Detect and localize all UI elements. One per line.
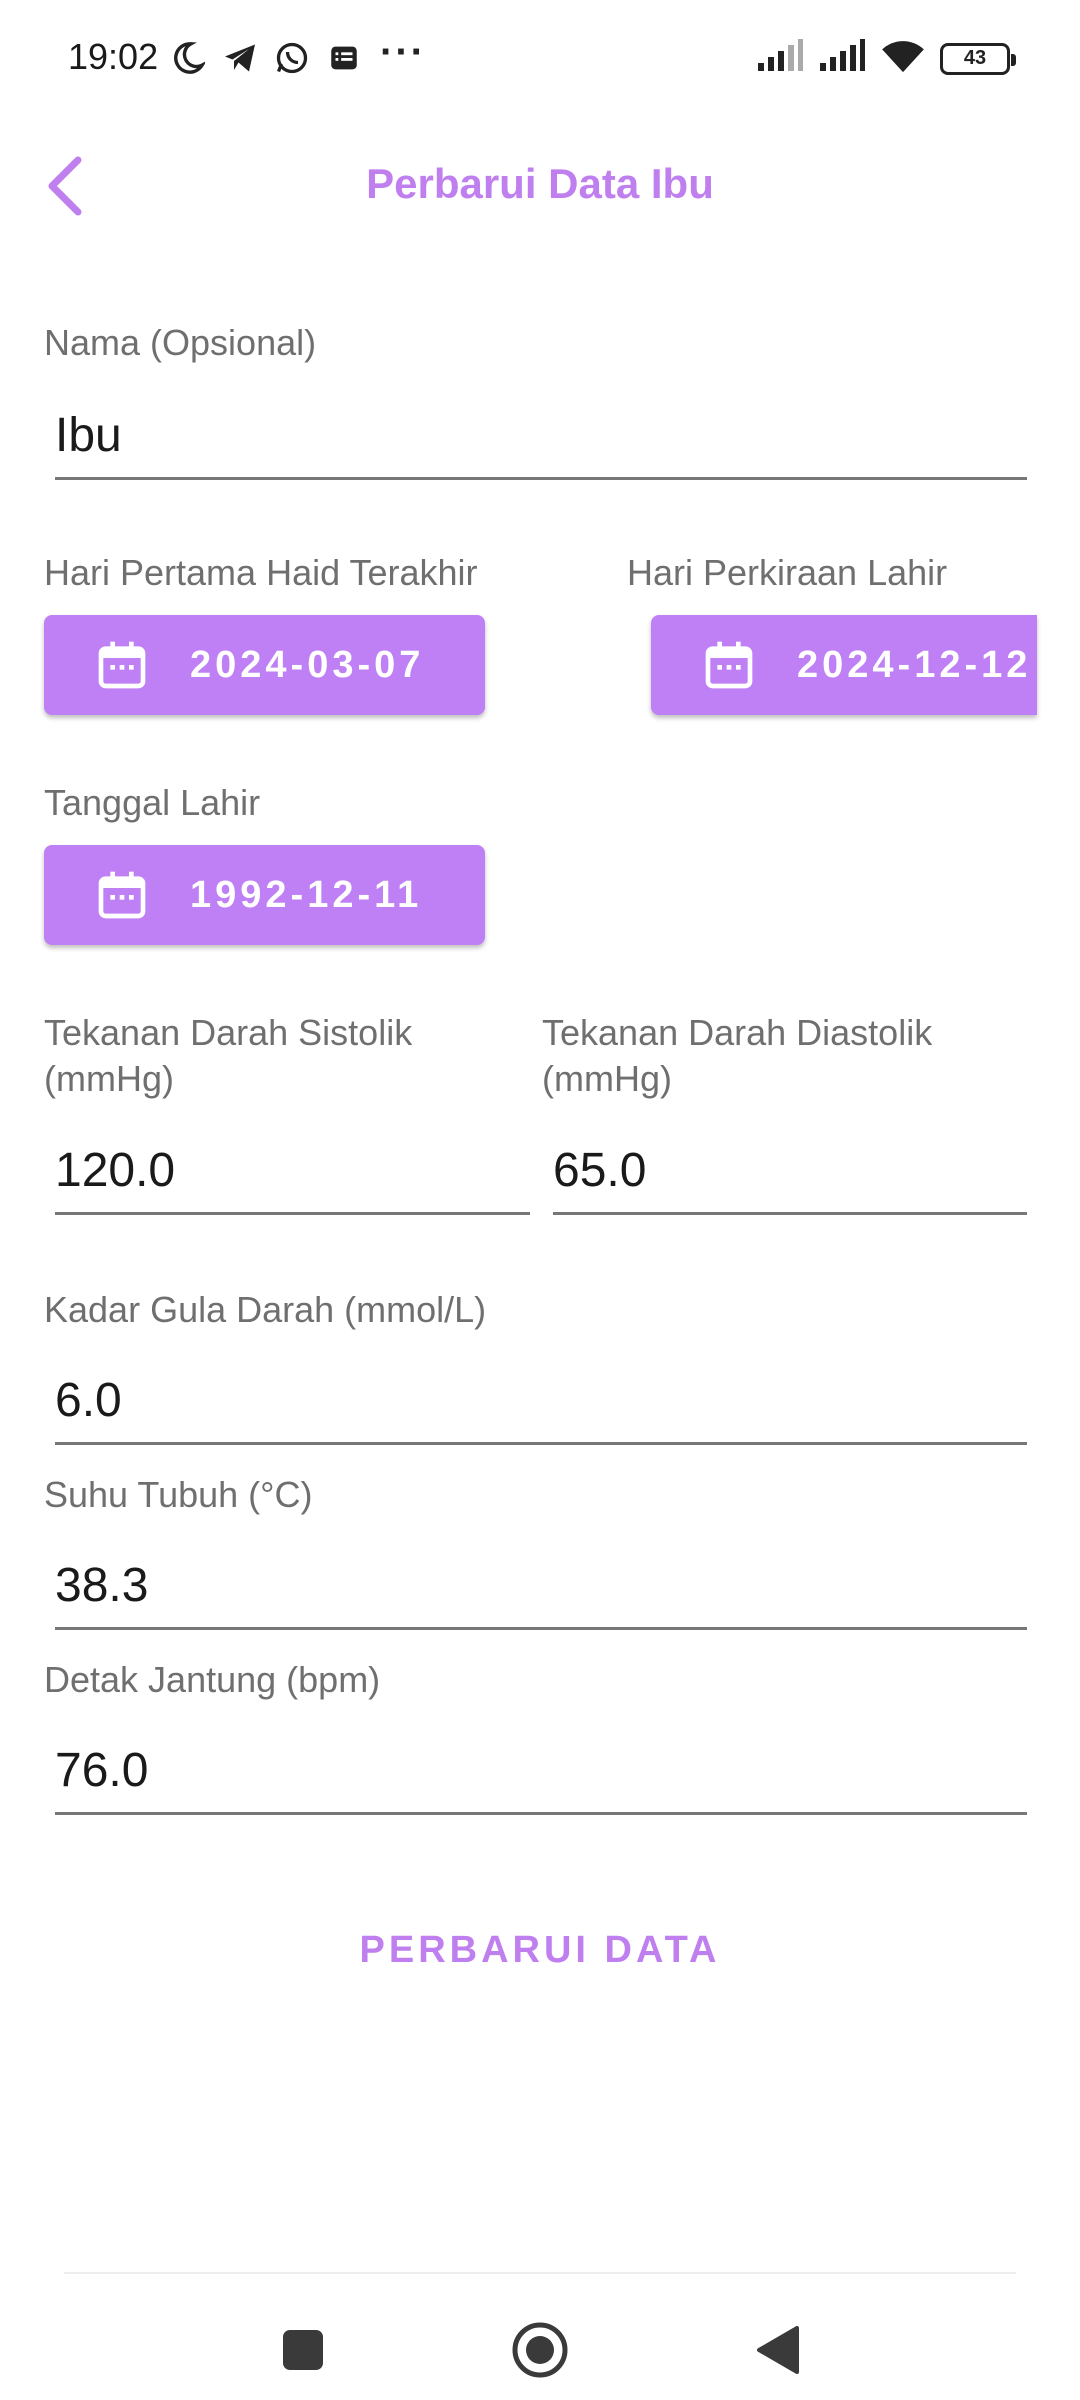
status-time: 19:02: [68, 36, 159, 77]
edd-date-value: 2024-12-12: [797, 643, 1032, 686]
recents-button[interactable]: [263, 2310, 343, 2390]
update-data-button[interactable]: PERBARUI DATA: [300, 1900, 780, 2000]
app-bar: Perbarui Data Ibu: [0, 120, 1080, 250]
calendar-icon: [98, 641, 146, 689]
more-notifications-icon: ···: [380, 30, 426, 74]
heart-rate-value: 76.0: [55, 1744, 149, 1797]
signal-icon-2: [818, 39, 866, 78]
blood-sugar-field[interactable]: 6.0: [55, 1355, 1027, 1445]
birth-date-button[interactable]: 1992-12-11: [44, 845, 485, 945]
battery-level: 43: [963, 47, 987, 69]
back-nav-button[interactable]: [738, 2310, 818, 2390]
body-temp-label: Suhu Tubuh (°C): [44, 1474, 313, 1515]
nav-divider: [64, 2272, 1016, 2274]
lmp-date-button[interactable]: 2024-03-07: [44, 615, 485, 715]
body-temp-value: 38.3: [55, 1559, 149, 1612]
navigation-bar: [0, 2290, 1080, 2400]
diastolic-value: 65.0: [553, 1144, 647, 1197]
systolic-value: 120.0: [55, 1144, 176, 1197]
home-icon: [512, 2322, 568, 2378]
blood-sugar-value: 6.0: [55, 1374, 122, 1427]
blood-sugar-label: Kadar Gula Darah (mmol/L): [44, 1289, 487, 1330]
birth-date-label: Tanggal Lahir: [44, 782, 261, 823]
heart-rate-field[interactable]: 76.0: [55, 1725, 1027, 1815]
whatsapp-icon: [272, 38, 312, 78]
name-field[interactable]: Ibu: [55, 390, 1027, 480]
home-button[interactable]: [500, 2310, 580, 2390]
systolic-field[interactable]: 120.0: [55, 1125, 530, 1215]
name-label: Nama (Opsional): [44, 322, 317, 363]
lmp-label: Hari Pertama Haid Terakhir: [44, 552, 478, 593]
body-temp-field[interactable]: 38.3: [55, 1540, 1027, 1630]
wifi-icon: [880, 38, 926, 79]
recents-icon: [283, 2330, 323, 2370]
calendar-icon: [705, 641, 753, 689]
edd-date-button[interactable]: 2024-12-12: [651, 615, 1037, 715]
status-notification-icons: [168, 38, 364, 78]
telegram-icon: [220, 38, 260, 78]
moon-icon: [168, 38, 208, 78]
notes-icon: [324, 38, 364, 78]
signal-icon: [756, 39, 804, 78]
calendar-icon: [98, 871, 146, 919]
lmp-date-value: 2024-03-07: [190, 643, 425, 686]
birth-date-value: 1992-12-11: [190, 873, 423, 916]
page-title: Perbarui Data Ibu: [366, 160, 714, 207]
diastolic-field[interactable]: 65.0: [553, 1125, 1027, 1215]
diastolic-label: Tekanan Darah Diastolik (mmHg): [542, 1012, 933, 1099]
status-system-icons: 43: [756, 38, 1016, 79]
back-triangle-icon: [757, 2326, 799, 2374]
battery-icon: 43: [940, 42, 1016, 75]
edd-label: Hari Perkiraan Lahir: [627, 552, 948, 593]
name-value: Ibu: [55, 409, 122, 462]
heart-rate-label: Detak Jantung (bpm): [44, 1659, 381, 1700]
systolic-label: Tekanan Darah Sistolik (mmHg): [44, 1012, 413, 1099]
status-bar: 19:02 ··· 43: [0, 0, 1080, 120]
